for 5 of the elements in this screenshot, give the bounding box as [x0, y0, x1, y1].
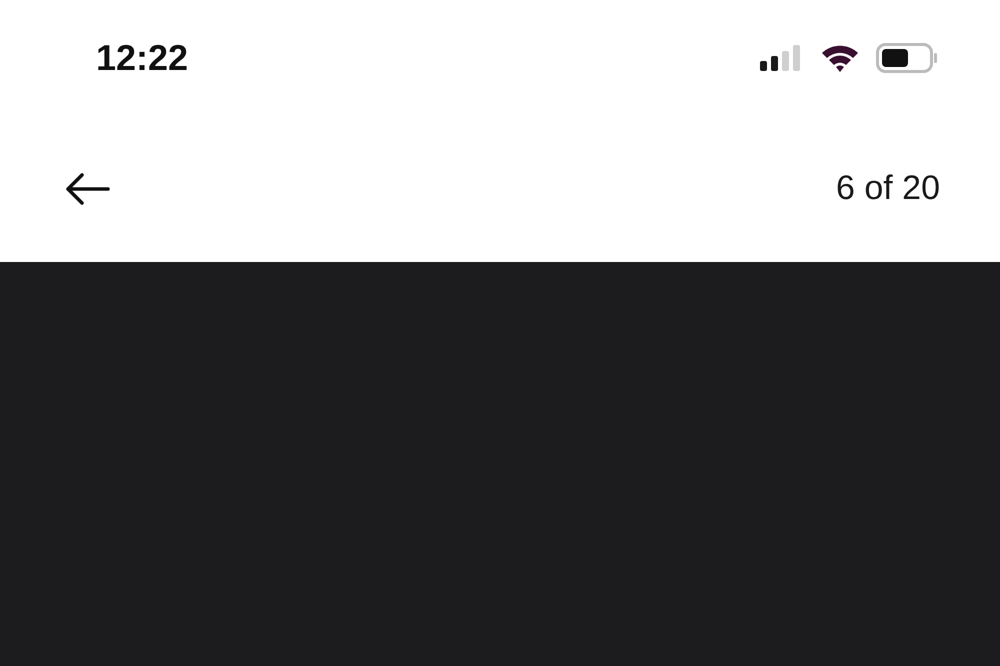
back-button[interactable]: [64, 172, 110, 206]
page-counter: 6 of 20: [836, 169, 940, 208]
battery-icon: [876, 42, 938, 72]
wifi-icon: [820, 44, 860, 72]
status-time: 12:22: [96, 36, 188, 78]
